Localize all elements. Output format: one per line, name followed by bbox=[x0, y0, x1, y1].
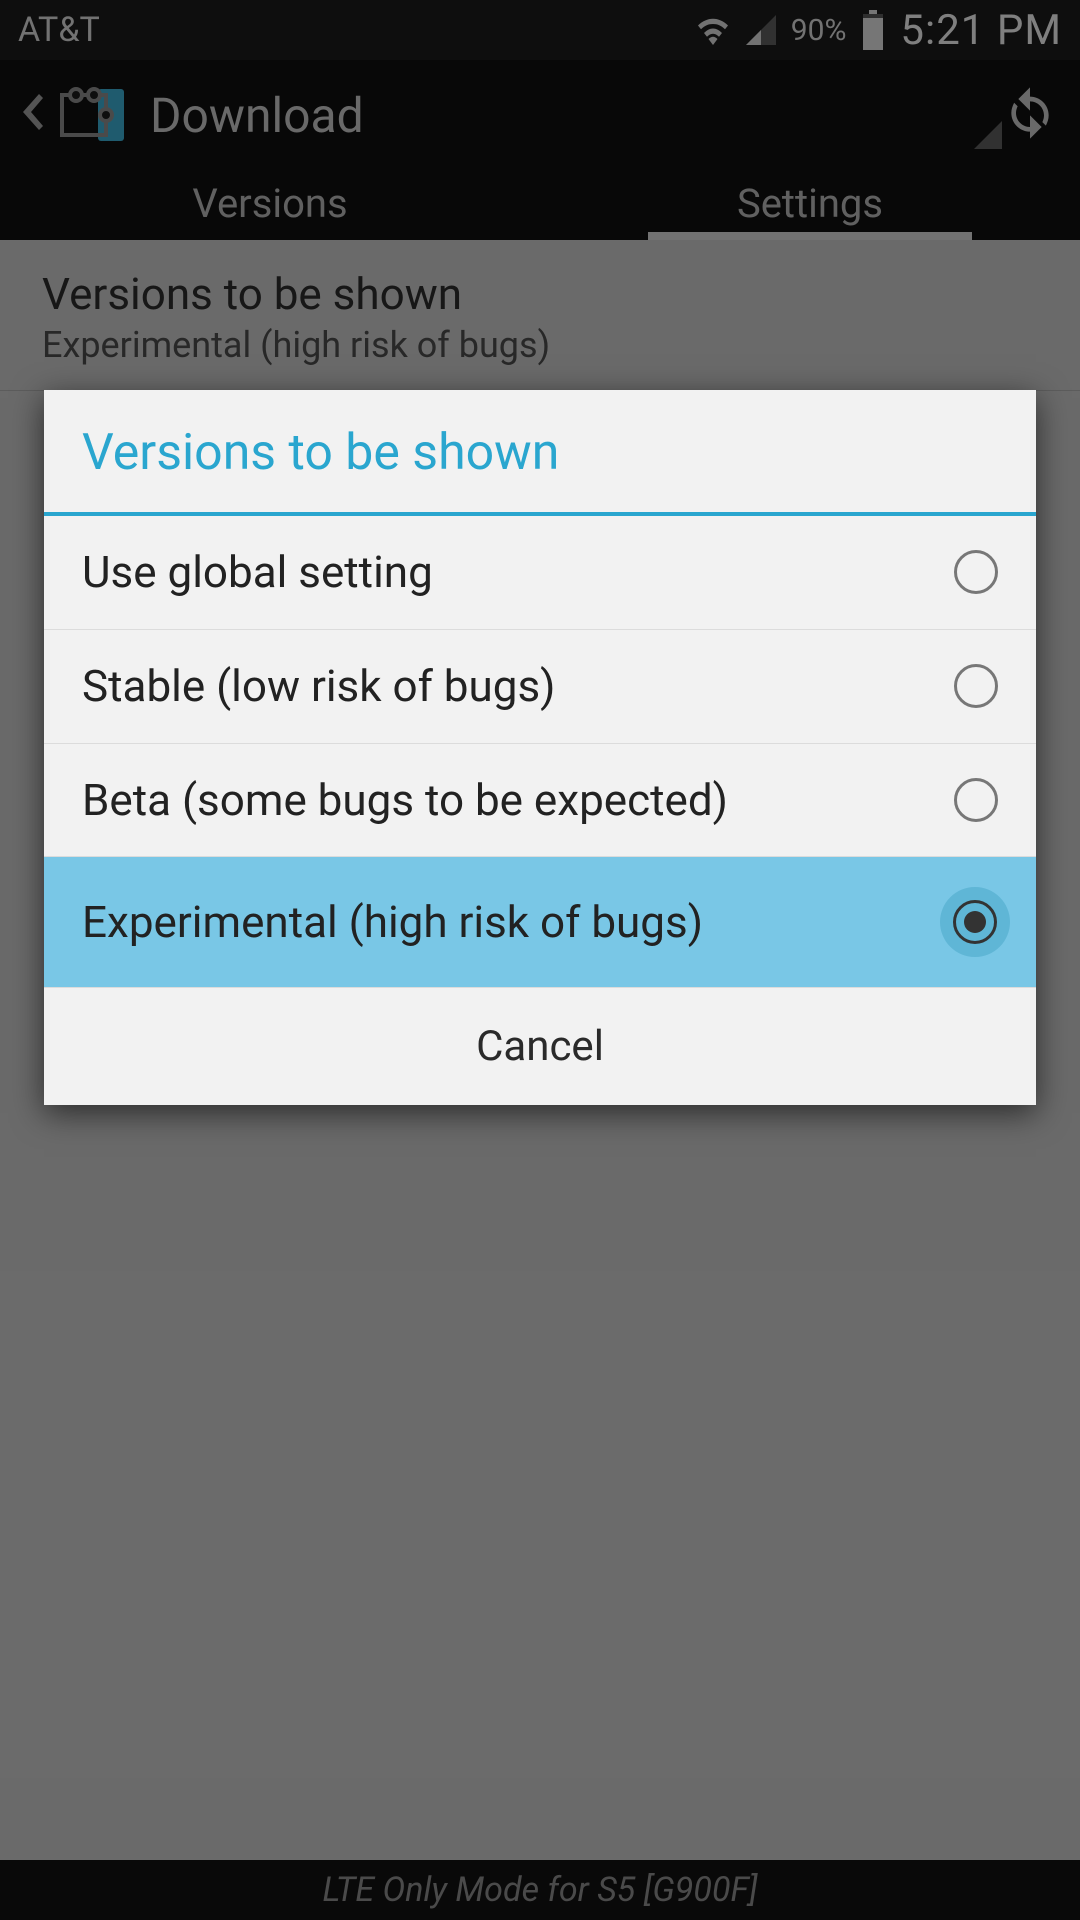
option-experimental[interactable]: Experimental (high risk of bugs) bbox=[44, 857, 1036, 988]
dialog-versions: Versions to be shown Use global setting … bbox=[44, 390, 1036, 1105]
radio-checked-icon bbox=[953, 900, 997, 944]
option-use-global-setting[interactable]: Use global setting bbox=[44, 516, 1036, 630]
option-label: Experimental (high risk of bugs) bbox=[82, 896, 940, 949]
radio-unchecked-icon bbox=[954, 550, 998, 594]
option-label: Stable (low risk of bugs) bbox=[82, 660, 954, 713]
radio-unchecked-icon bbox=[954, 664, 998, 708]
dialog-title: Versions to be shown bbox=[44, 390, 1036, 512]
option-beta[interactable]: Beta (some bugs to be expected) bbox=[44, 744, 1036, 858]
radio-selected-halo bbox=[940, 887, 1010, 957]
radio-unchecked-icon bbox=[954, 778, 998, 822]
cancel-label: Cancel bbox=[476, 1022, 604, 1071]
option-stable[interactable]: Stable (low risk of bugs) bbox=[44, 630, 1036, 744]
option-label: Use global setting bbox=[82, 546, 954, 599]
option-label: Beta (some bugs to be expected) bbox=[82, 774, 954, 827]
cancel-button[interactable]: Cancel bbox=[44, 988, 1036, 1105]
